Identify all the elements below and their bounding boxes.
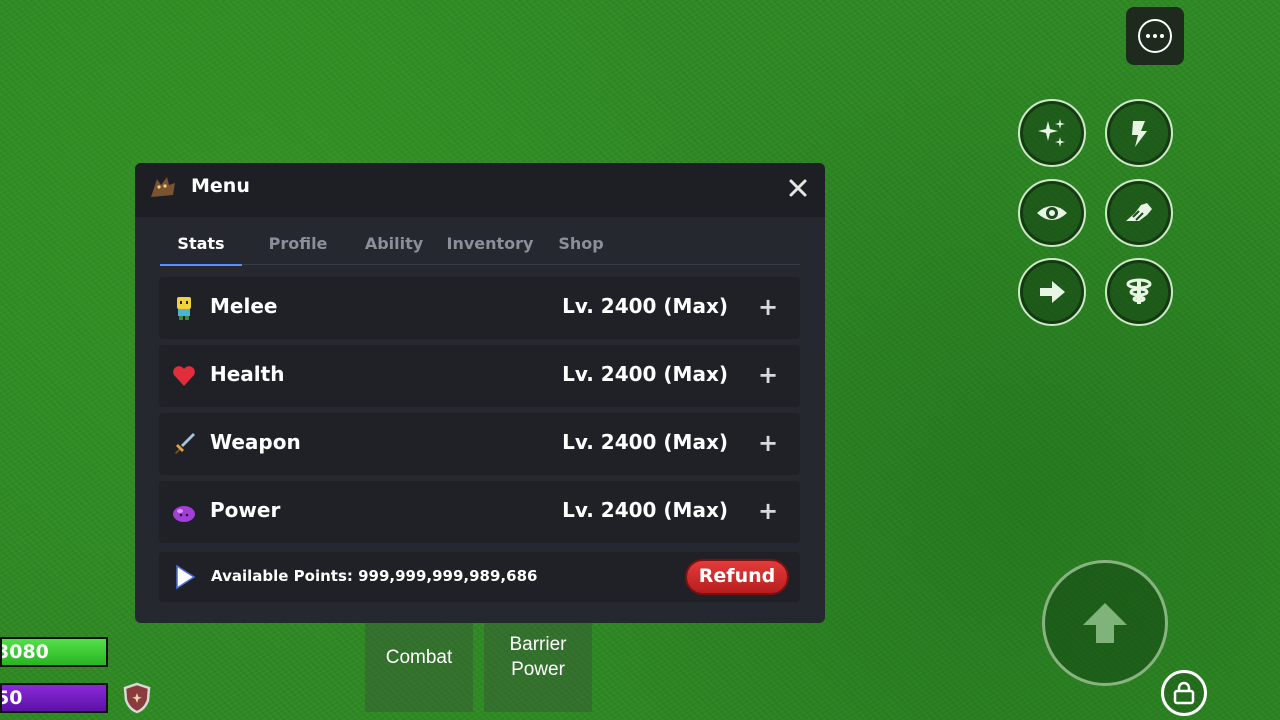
arrow-right-icon	[1040, 281, 1065, 303]
menu-header: Menu	[135, 163, 825, 217]
stat-name: Power	[210, 498, 281, 522]
geppo-ability-button[interactable]	[1105, 179, 1173, 247]
close-icon[interactable]	[787, 177, 809, 199]
more-icon	[1138, 19, 1172, 53]
add-health-button[interactable]: +	[758, 361, 778, 389]
refund-button[interactable]: Refund	[685, 559, 789, 595]
shoe-icon	[1126, 203, 1152, 221]
add-power-button[interactable]: +	[758, 497, 778, 525]
dash-ability-button[interactable]	[1018, 258, 1086, 326]
menu-logo-icon	[151, 177, 175, 197]
sparkle-ability-button[interactable]	[1018, 99, 1086, 167]
shift-lock-button[interactable]	[1161, 670, 1207, 716]
health-value: 3080	[0, 641, 49, 663]
stat-name: Melee	[210, 294, 278, 318]
tornado-icon	[1126, 278, 1152, 304]
health-bar: 3080	[0, 637, 108, 667]
sparkle-icon	[1038, 119, 1065, 147]
stat-row-health: Health Lv. 2400 (Max) +	[159, 345, 800, 407]
energy-value: 50	[2, 687, 23, 709]
menu-panel: Menu Stats Profile Ability Inventory Sho…	[135, 163, 825, 623]
lightning-fist-icon	[1132, 121, 1147, 147]
jump-button[interactable]	[1042, 560, 1168, 686]
stat-level: Lv. 2400 (Max)	[562, 362, 728, 386]
tab-inventory[interactable]: Inventory	[444, 232, 536, 264]
stat-name: Weapon	[210, 430, 301, 454]
heart-icon	[173, 366, 195, 386]
tab-bar: Stats Profile Ability Inventory Shop	[160, 232, 800, 266]
available-points-row: Available Points: 999,999,999,989,686 Re…	[159, 552, 800, 602]
stat-row-melee: Melee Lv. 2400 (Max) +	[159, 277, 800, 339]
stat-level: Lv. 2400 (Max)	[562, 430, 728, 454]
play-icon	[176, 564, 196, 590]
menu-title: Menu	[191, 175, 250, 197]
shield-icon	[123, 682, 151, 714]
tab-shop[interactable]: Shop	[552, 232, 610, 264]
add-weapon-button[interactable]: +	[758, 429, 778, 457]
lock-icon	[1173, 681, 1195, 705]
fist-ability-button[interactable]	[1105, 99, 1173, 167]
stat-row-power: Power Lv. 2400 (Max) +	[159, 481, 800, 543]
eye-icon	[1037, 206, 1067, 220]
fruit-blob-icon	[173, 506, 195, 522]
stat-level: Lv. 2400 (Max)	[562, 498, 728, 522]
more-options-button[interactable]	[1126, 7, 1184, 65]
arrow-up-icon	[1083, 603, 1127, 643]
tornado-ability-button[interactable]	[1105, 258, 1173, 326]
available-points-text: Available Points: 999,999,999,989,686	[211, 567, 538, 585]
tab-profile[interactable]: Profile	[260, 232, 336, 264]
stat-level: Lv. 2400 (Max)	[562, 294, 728, 318]
tab-stats[interactable]: Stats	[160, 232, 242, 266]
hotbar-label: Combat	[385, 646, 453, 668]
stat-name: Health	[210, 362, 285, 386]
stat-row-weapon: Weapon Lv. 2400 (Max) +	[159, 413, 800, 475]
add-melee-button[interactable]: +	[758, 293, 778, 321]
hotbar-label: Barrier Power	[509, 634, 567, 680]
tab-ability[interactable]: Ability	[356, 232, 432, 264]
energy-bar: 50	[0, 683, 108, 713]
melee-character-icon	[177, 297, 191, 320]
observe-ability-button[interactable]	[1018, 179, 1086, 247]
sword-icon	[175, 433, 195, 454]
